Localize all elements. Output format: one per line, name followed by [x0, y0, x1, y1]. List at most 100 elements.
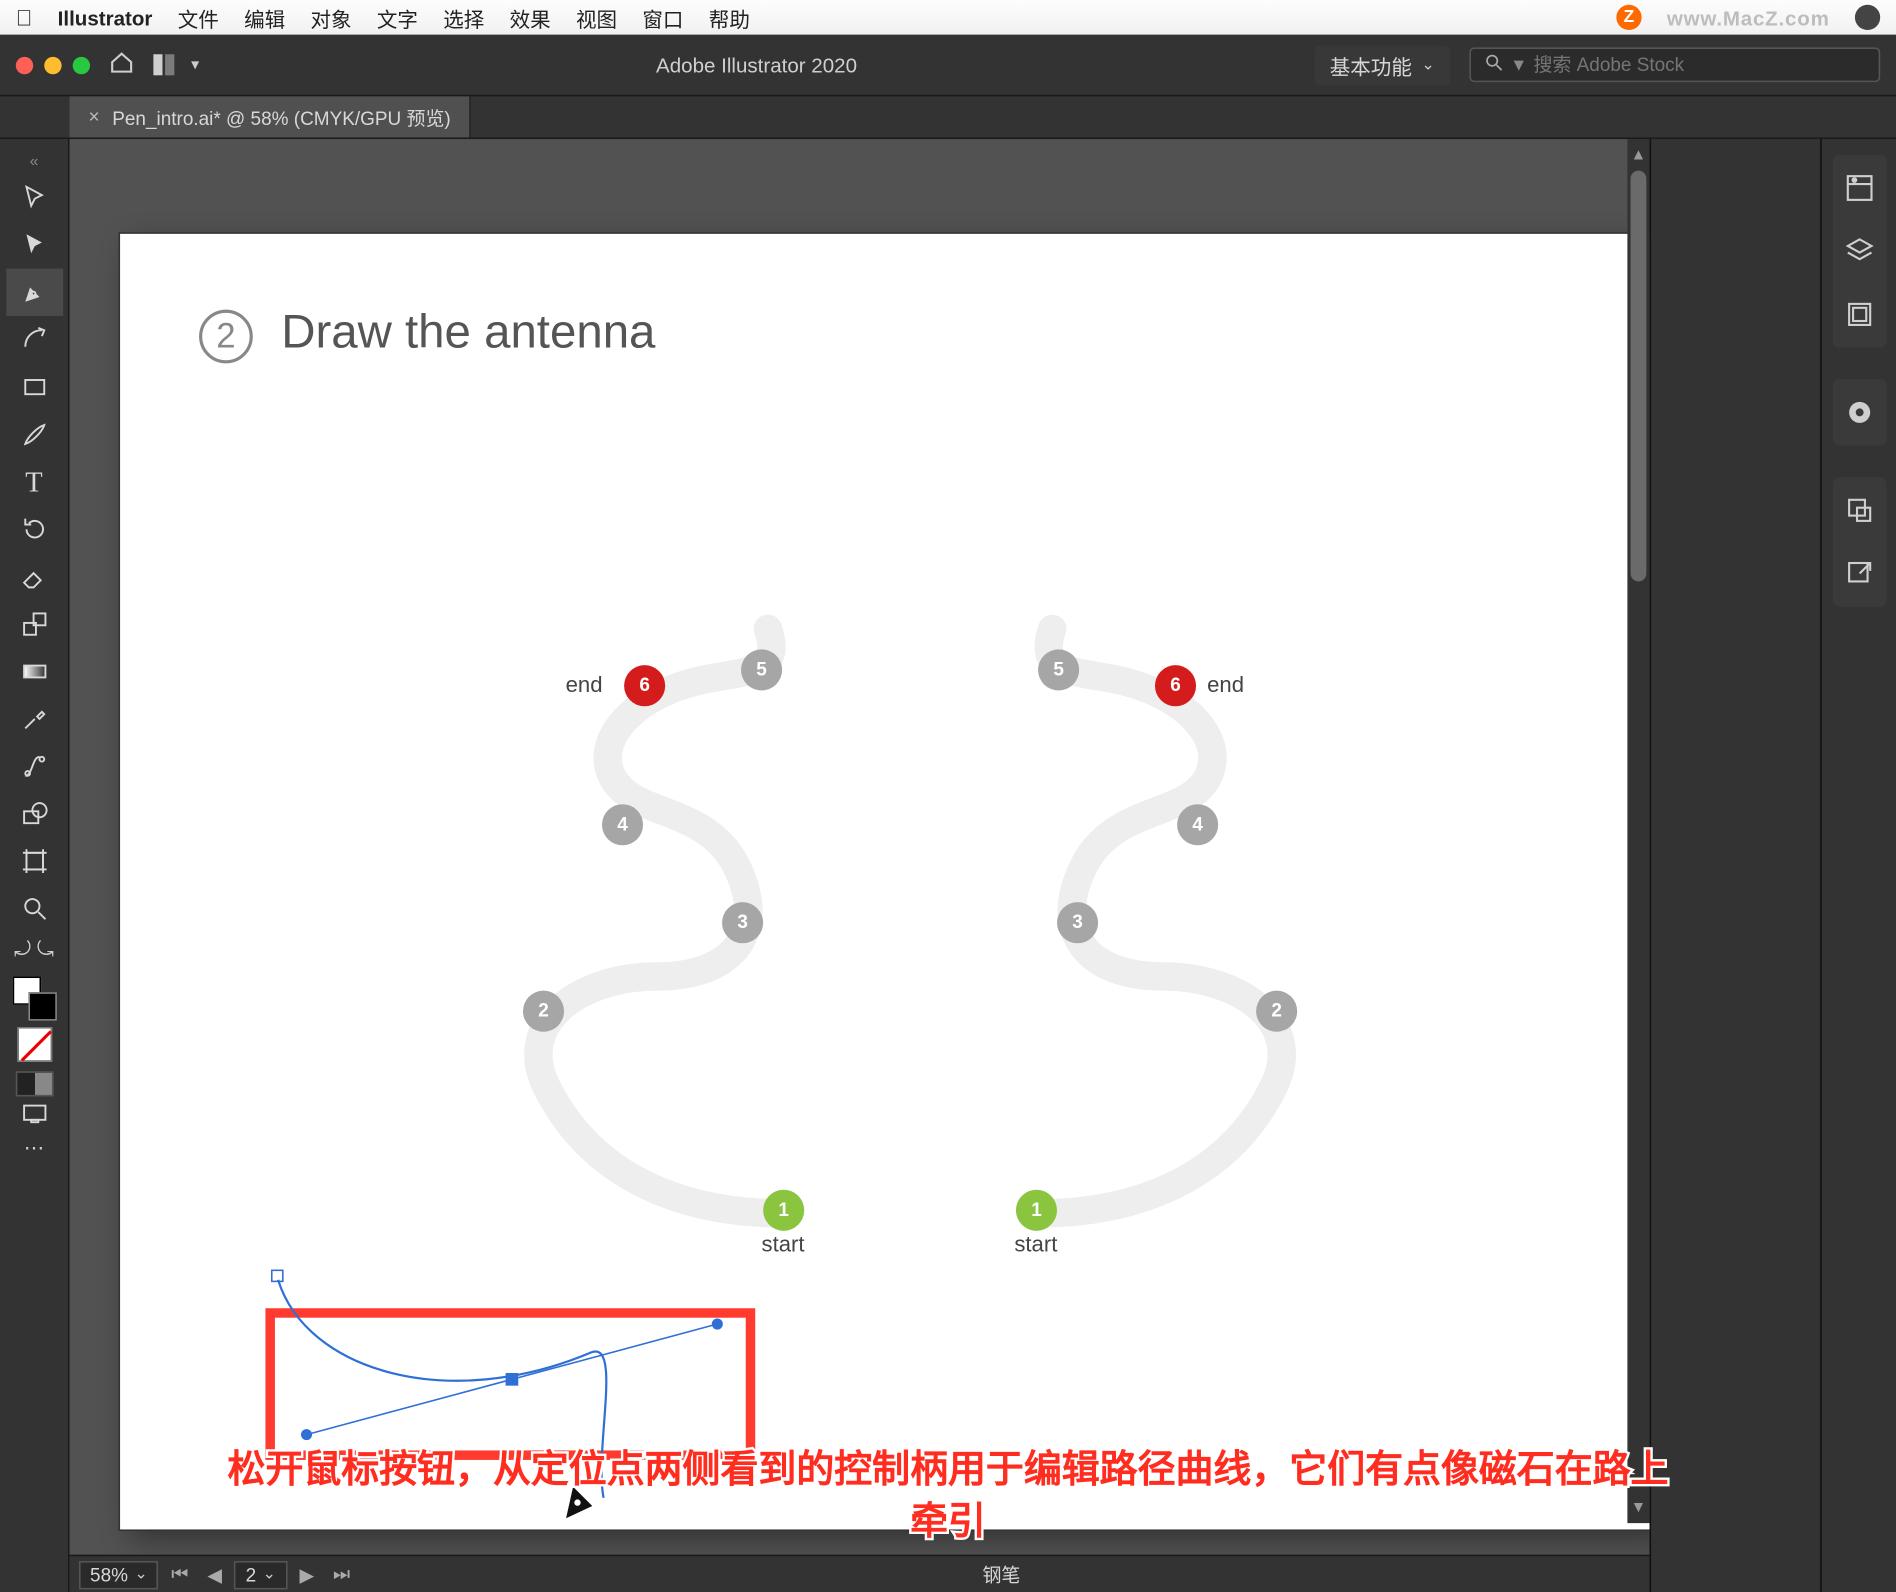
menu-window[interactable]: 窗口 [642, 2, 683, 32]
stock-search-input[interactable] [1533, 54, 1866, 76]
svg-text:3: 3 [737, 912, 748, 933]
selection-tool[interactable] [6, 174, 63, 221]
node-4: 4 [1177, 804, 1218, 845]
document-tab[interactable]: × Pen_intro.ai* @ 58% (CMYK/GPU 预览) [70, 96, 472, 137]
direct-selection-tool[interactable] [6, 221, 63, 268]
minimize-window-button[interactable] [44, 56, 61, 73]
edit-toolbar-button[interactable]: ⋯ [6, 1131, 63, 1166]
rectangle-tool[interactable] [6, 363, 63, 410]
eraser-tool[interactable] [6, 553, 63, 600]
svg-text:6: 6 [1170, 675, 1181, 696]
svg-text:5: 5 [756, 659, 767, 680]
asset-export-panel-icon[interactable] [1838, 490, 1879, 531]
first-artboard-button[interactable]: ⏮ [165, 1563, 195, 1587]
node-6-end: 6 [1155, 665, 1196, 706]
menu-view[interactable]: 视图 [576, 2, 617, 32]
node-1-start: 1 [763, 1190, 804, 1231]
close-tab-icon[interactable]: × [88, 106, 99, 128]
end-label: end [566, 672, 603, 697]
gradient-tool[interactable] [6, 648, 63, 695]
antenna-right: 1 start 2 3 4 5 6 end [957, 581, 1368, 1253]
start-label: start [762, 1231, 805, 1256]
menu-effect[interactable]: 效果 [510, 2, 551, 32]
panel-rail [1820, 139, 1896, 1592]
window-controls [16, 56, 90, 73]
none-color-swatch[interactable] [17, 1027, 52, 1062]
node-4: 4 [602, 804, 643, 845]
artboard-tool[interactable] [6, 837, 63, 884]
swap-fill-stroke-icon[interactable]: ⤾ ⤿ [6, 932, 63, 967]
rotate-tool[interactable] [6, 506, 63, 553]
user-avatar-icon[interactable] [1855, 5, 1880, 30]
export-panel-icon[interactable] [1838, 553, 1879, 594]
svg-text:4: 4 [617, 814, 628, 835]
scroll-up-icon[interactable]: ▲ [1627, 142, 1649, 167]
current-tool-label: 钢笔 [982, 1561, 1020, 1588]
artboard-number-field[interactable]: 2⌄ [235, 1560, 287, 1588]
vertical-scrollbar[interactable]: ▲ ▼ [1627, 139, 1649, 1523]
menu-select[interactable]: 选择 [443, 2, 484, 32]
last-artboard-button[interactable]: ⏭ [327, 1563, 357, 1587]
node-6-end: 6 [624, 665, 665, 706]
blend-tool[interactable] [6, 743, 63, 790]
shape-builder-tool[interactable] [6, 790, 63, 837]
draw-mode-toggle[interactable] [15, 1071, 53, 1096]
arrange-documents-button[interactable]: ▾ [153, 54, 199, 76]
start-label: start [1014, 1231, 1057, 1256]
step-title: Draw the antenna [281, 307, 655, 359]
svg-text:6: 6 [639, 675, 650, 696]
menu-object[interactable]: 对象 [310, 2, 351, 32]
layers-panel-icon[interactable] [1838, 231, 1879, 272]
app-name-menu[interactable]: Illustrator [58, 6, 153, 30]
menu-type[interactable]: 文字 [377, 2, 418, 32]
workspace-switcher[interactable]: 基本功能 ⌄ [1314, 45, 1451, 84]
svg-text:4: 4 [1192, 814, 1203, 835]
zoom-level-dropdown[interactable]: 58%⌄ [79, 1560, 159, 1588]
type-tool[interactable]: T [6, 458, 63, 505]
menu-file[interactable]: 文件 [178, 2, 219, 32]
properties-panel-icon[interactable] [1838, 167, 1879, 208]
curvature-tool[interactable] [6, 316, 63, 363]
workspace-label: 基本功能 [1330, 50, 1412, 80]
home-button[interactable] [109, 50, 134, 80]
tab-label: Pen_intro.ai* @ 58% (CMYK/GPU 预览) [112, 103, 451, 130]
pen-tool[interactable] [6, 269, 63, 316]
chevron-down-icon: ▾ [191, 56, 199, 73]
status-bar: 58%⌄ ⏮ ◀ 2⌄ ▶ ⏭ 钢笔 [70, 1555, 1650, 1592]
app-title: Adobe Illustrator 2020 [218, 53, 1295, 77]
eyedropper-tool[interactable] [6, 695, 63, 742]
artboards-panel-icon[interactable] [1838, 294, 1879, 335]
node-5: 5 [741, 649, 782, 690]
screen-mode-button[interactable] [6, 1097, 63, 1132]
cc-libraries-panel-icon[interactable] [1838, 392, 1879, 433]
svg-text:3: 3 [1072, 912, 1083, 933]
apple-menu-icon[interactable]:  [16, 5, 33, 30]
prev-artboard-button[interactable]: ◀ [201, 1563, 228, 1585]
close-window-button[interactable] [16, 56, 33, 73]
tools-grip-icon[interactable]: « [6, 149, 63, 174]
step-number-badge: 2 [199, 310, 253, 364]
menu-edit[interactable]: 编辑 [244, 2, 285, 32]
chevron-down-icon: ⌄ [1421, 56, 1434, 73]
node-1-start: 1 [1016, 1190, 1057, 1231]
fill-stroke-swatch[interactable] [12, 976, 56, 1020]
paintbrush-tool[interactable] [6, 411, 63, 458]
scroll-down-icon[interactable]: ▼ [1627, 1495, 1649, 1520]
artboard: 2 Draw the antenna 1 start 2 3 4 5 6 [120, 234, 1649, 1530]
panel-dock[interactable] [1650, 139, 1821, 1592]
document-viewport[interactable]: 2 Draw the antenna 1 start 2 3 4 5 6 [70, 139, 1650, 1555]
pen-demo-highlight [265, 1308, 755, 1460]
stock-search[interactable]: ▾ [1469, 47, 1880, 82]
tools-panel: « T ⤾ ⤿ ⋯ [0, 139, 70, 1592]
tutorial-heading: 2 Draw the antenna [199, 307, 655, 364]
zoom-window-button[interactable] [73, 56, 90, 73]
scale-tool[interactable] [6, 600, 63, 647]
app-titlebar: ▾ Adobe Illustrator 2020 基本功能 ⌄ ▾ [0, 35, 1896, 95]
app-frame:  Illustrator 文件 编辑 对象 文字 选择 效果 视图 窗口 帮助… [0, 0, 1896, 1592]
canvas-area: 2 Draw the antenna 1 start 2 3 4 5 6 [70, 139, 1650, 1592]
svg-text:1: 1 [778, 1200, 789, 1221]
next-artboard-button[interactable]: ▶ [293, 1563, 320, 1585]
menu-help[interactable]: 帮助 [709, 2, 750, 32]
scroll-thumb[interactable] [1631, 171, 1647, 582]
zoom-tool[interactable] [6, 885, 63, 932]
